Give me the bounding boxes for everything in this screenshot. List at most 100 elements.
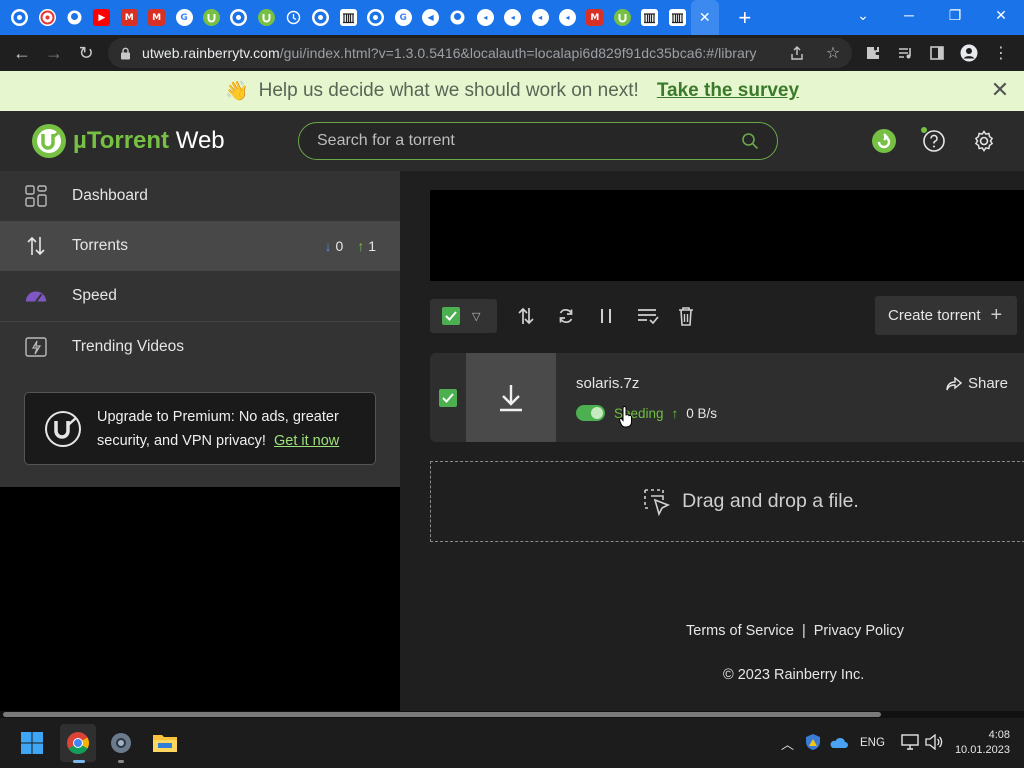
sidebar-item-dashboard[interactable]: Dashboard xyxy=(0,171,400,221)
browser-tab[interactable] xyxy=(33,0,60,35)
help-icon[interactable] xyxy=(920,127,948,155)
drop-zone[interactable]: Drag and drop a file. xyxy=(430,461,1024,542)
banner-close-icon[interactable]: ✕ xyxy=(990,79,1010,101)
seeding-toggle[interactable] xyxy=(576,405,605,421)
taskbar-chrome-icon[interactable] xyxy=(60,724,96,763)
torrent-thumbnail[interactable] xyxy=(466,353,556,442)
browser-tab[interactable] xyxy=(362,0,389,35)
browser-tab[interactable] xyxy=(253,0,280,35)
privacy-policy-link[interactable]: Privacy Policy xyxy=(814,623,904,639)
reload-button[interactable]: ↻ xyxy=(70,37,102,69)
browser-tab[interactable] xyxy=(307,0,334,35)
security-warning-icon[interactable] xyxy=(804,733,822,754)
sidebar-item-speed[interactable]: Speed xyxy=(0,271,400,321)
refresh-icon[interactable] xyxy=(553,303,579,329)
archive-icon xyxy=(641,9,659,26)
profile-avatar-icon[interactable] xyxy=(956,40,982,66)
select-all-dropdown[interactable]: ▽ xyxy=(430,299,497,333)
browser-tab[interactable] xyxy=(225,0,252,35)
close-tab-icon[interactable]: ✕ xyxy=(699,9,711,26)
gmail-icon: M xyxy=(586,9,604,26)
clock[interactable]: 4:08 10.01.2023 xyxy=(955,728,1010,758)
browser-tab[interactable]: M xyxy=(116,0,143,35)
survey-link[interactable]: Take the survey xyxy=(657,80,799,102)
browser-tab[interactable] xyxy=(6,0,33,35)
show-hidden-icons[interactable]: ︿ xyxy=(781,734,794,753)
onedrive-cloud-icon[interactable] xyxy=(828,735,849,752)
media-controls-icon[interactable] xyxy=(892,40,918,66)
sidebar-item-torrents[interactable]: Torrents ↓ 0 ↑ 1 xyxy=(0,221,400,271)
get-it-now-link[interactable]: Get it now xyxy=(274,433,339,449)
trash-icon[interactable] xyxy=(673,303,699,329)
close-window-button[interactable]: ✕ xyxy=(978,0,1024,30)
chevron-down-icon[interactable]: ▽ xyxy=(472,310,480,323)
browser-tabstrip: ▶ M M G G ◀ ◂ ◂ ◂ ◂ M ✕ + ⌄ ─ ❐ ✕ xyxy=(0,0,1024,35)
remote-access-icon[interactable] xyxy=(870,127,898,155)
wave-emoji-icon: 👋 xyxy=(224,81,249,102)
bookmark-star-icon[interactable]: ☆ xyxy=(820,40,846,66)
volume-icon[interactable] xyxy=(925,733,943,753)
url-text[interactable]: utweb.rainberrytv.com/gui/index.html?v=1… xyxy=(142,45,757,61)
drag-drop-icon xyxy=(644,488,671,516)
new-tab-button[interactable]: + xyxy=(731,0,759,35)
share-button[interactable]: Share xyxy=(946,375,1008,392)
browser-tab[interactable] xyxy=(636,0,663,35)
forward-button[interactable]: → xyxy=(38,37,70,69)
horizontal-scrollbar[interactable] xyxy=(0,711,1024,718)
network-icon[interactable] xyxy=(901,733,919,753)
upload-rate: 0 B/s xyxy=(686,405,718,421)
browser-tab[interactable] xyxy=(61,0,88,35)
sidebar-item-trending-videos[interactable]: Trending Videos xyxy=(0,322,400,372)
create-torrent-button[interactable]: Create torrent + xyxy=(875,296,1017,335)
torrent-name[interactable]: solaris.7z xyxy=(576,375,639,392)
restore-button[interactable]: ❐ xyxy=(932,0,978,30)
chrome-icon xyxy=(367,9,385,26)
utorrent-logo[interactable]: µTorrent Web xyxy=(31,123,225,159)
sort-arrows-icon[interactable] xyxy=(513,303,539,329)
side-panel-icon[interactable] xyxy=(924,40,950,66)
browser-tab[interactable]: ◂ xyxy=(554,0,581,35)
taskbar-settings-icon[interactable] xyxy=(104,726,138,763)
browser-tab[interactable]: M xyxy=(581,0,608,35)
browser-tab[interactable] xyxy=(663,0,690,35)
browser-tab[interactable] xyxy=(198,0,225,35)
browser-tab[interactable] xyxy=(280,0,307,35)
browser-tab[interactable] xyxy=(444,0,471,35)
logo-wordmark: µTorrent Web xyxy=(73,127,225,154)
taskbar-file-explorer-icon[interactable] xyxy=(148,726,182,760)
browser-tab[interactable] xyxy=(609,0,636,35)
browser-tab[interactable] xyxy=(335,0,362,35)
torrent-checkbox[interactable] xyxy=(439,389,457,407)
address-bar[interactable]: utweb.rainberrytv.com/gui/index.html?v=1… xyxy=(108,38,852,68)
queue-list-icon[interactable] xyxy=(635,303,661,329)
minimize-button[interactable]: ─ xyxy=(886,0,932,30)
tab-search-icon[interactable]: ⌄ xyxy=(840,0,886,30)
active-tab[interactable]: ✕ xyxy=(690,0,719,35)
terms-of-service-link[interactable]: Terms of Service xyxy=(686,623,794,639)
extensions-icon[interactable] xyxy=(860,40,886,66)
language-indicator[interactable]: ENG xyxy=(860,737,885,749)
download-count: ↓ 0 xyxy=(324,238,344,254)
browser-tab[interactable]: ◀ xyxy=(417,0,444,35)
search-input[interactable] xyxy=(317,132,717,150)
chrome-menu-icon[interactable]: ⋮ xyxy=(988,40,1014,66)
pause-icon[interactable] xyxy=(593,303,619,329)
browser-tab[interactable]: G xyxy=(389,0,416,35)
search-icon[interactable] xyxy=(741,132,759,155)
browser-tab[interactable]: G xyxy=(170,0,197,35)
back-button[interactable]: ← xyxy=(6,37,38,69)
browser-tab[interactable]: ◂ xyxy=(499,0,526,35)
sidebar-item-label: Speed xyxy=(72,287,117,304)
scrollbar-thumb[interactable] xyxy=(3,712,881,717)
torrent-row[interactable]: solaris.7z Seeding ↑ 0 B/s Share xyxy=(430,353,1024,442)
share-page-icon[interactable] xyxy=(784,40,810,66)
windows-start-icon[interactable] xyxy=(15,726,49,760)
plus-icon: + xyxy=(990,304,1003,326)
browser-tab[interactable]: ◂ xyxy=(526,0,553,35)
browser-tab[interactable]: M xyxy=(143,0,170,35)
browser-tab[interactable]: ◂ xyxy=(472,0,499,35)
settings-gear-icon[interactable] xyxy=(970,127,998,155)
browser-tab[interactable]: ▶ xyxy=(88,0,115,35)
select-all-checkbox[interactable] xyxy=(442,307,460,325)
google-icon: G xyxy=(175,9,193,26)
